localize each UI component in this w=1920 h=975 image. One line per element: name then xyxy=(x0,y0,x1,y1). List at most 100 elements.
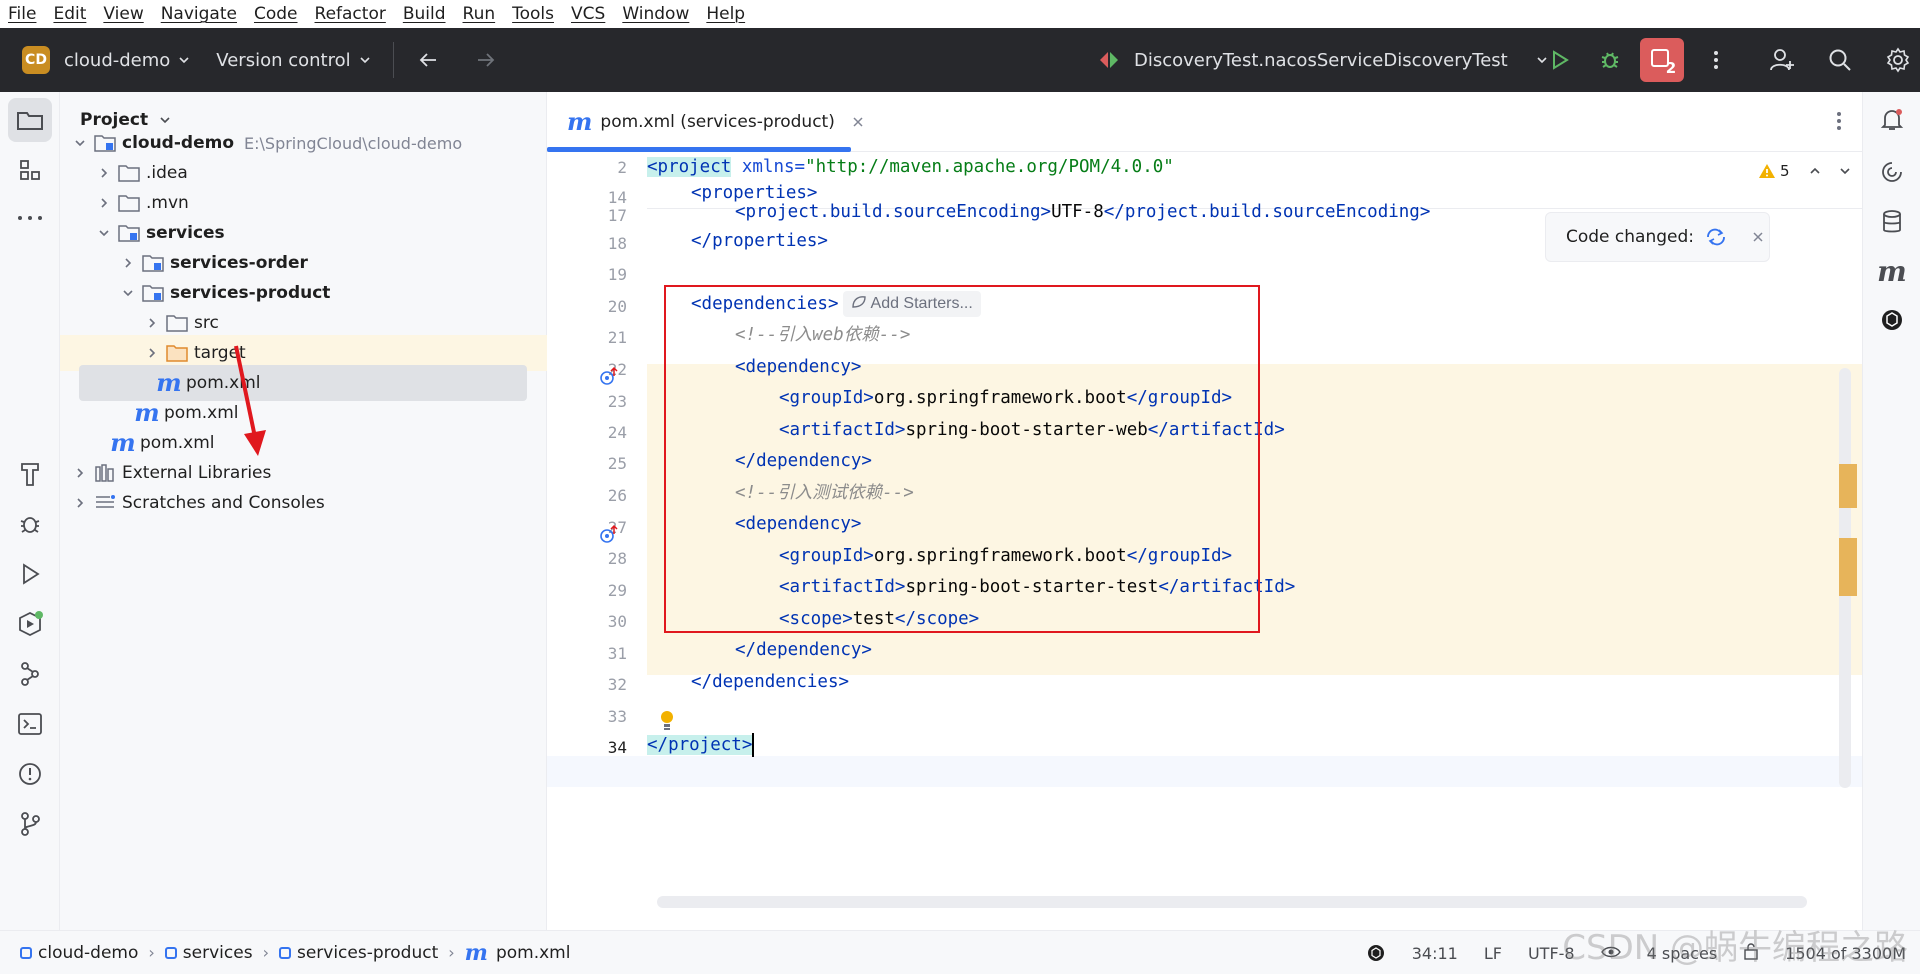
close-icon[interactable] xyxy=(1752,231,1764,243)
chevron-right-icon[interactable] xyxy=(140,311,164,335)
chevron-down-icon[interactable] xyxy=(170,46,198,74)
chevron-right-icon[interactable] xyxy=(68,461,92,485)
line-gutter: 2 14 17 18 19 20 21 22 23 24 25 26 27 28… xyxy=(547,152,647,930)
menu-view[interactable]: View xyxy=(103,4,143,24)
debug-bug-icon[interactable] xyxy=(8,502,52,546)
menu-code[interactable]: Code xyxy=(254,4,298,24)
menu-file[interactable]: File xyxy=(8,4,36,24)
line-number: 18 xyxy=(607,234,627,253)
lightbulb-icon[interactable] xyxy=(659,710,675,732)
breadcrumb-item[interactable]: services xyxy=(183,943,253,963)
code-changed-label: Code changed: xyxy=(1566,227,1695,247)
structure-icon[interactable] xyxy=(8,148,52,192)
breadcrumb-item[interactable]: cloud-demo xyxy=(38,943,138,963)
more-vertical-icon[interactable] xyxy=(1696,40,1736,80)
line-number: 2 xyxy=(617,158,627,177)
chevron-down-icon[interactable] xyxy=(116,281,140,305)
tree-label: Scratches and Consoles xyxy=(122,493,325,513)
chevron-down-icon[interactable] xyxy=(92,221,116,245)
menu-tools[interactable]: Tools xyxy=(512,4,554,24)
ai-assistant-icon[interactable] xyxy=(1870,150,1914,194)
menu-refactor[interactable]: Refactor xyxy=(315,4,386,24)
back-arrow-icon[interactable] xyxy=(408,40,448,80)
code-token: <project.build.sourceEncoding> xyxy=(735,202,1052,222)
code-token: </project.build.sourceEncoding> xyxy=(1103,202,1431,222)
watermark: CSDN @蜗牛编程之路 xyxy=(1562,928,1908,968)
chevron-right-icon: › xyxy=(448,943,455,962)
tab-pom-xml[interactable]: m pom.xml (services-product) xyxy=(567,92,865,152)
openai-icon[interactable] xyxy=(1870,298,1914,342)
line-number: 17 xyxy=(607,206,627,225)
tab-label: pom.xml (services-product) xyxy=(600,112,835,132)
inspection-widget[interactable]: 5 xyxy=(1758,162,1852,180)
code-token: </properties> xyxy=(691,231,828,251)
git-branch-icon[interactable] xyxy=(8,802,52,846)
chevron-right-icon[interactable] xyxy=(68,491,92,515)
forward-arrow-icon[interactable] xyxy=(466,40,506,80)
module-folder-icon xyxy=(140,281,166,305)
scratches-icon xyxy=(92,491,118,515)
code-token: xmlns= xyxy=(731,157,806,177)
run-configuration[interactable]: DiscoveryTest.nacosServiceDiscoveryTest xyxy=(1098,28,1556,92)
chevron-right-icon[interactable] xyxy=(116,251,140,275)
menu-help[interactable]: Help xyxy=(706,4,745,24)
more-vertical-icon[interactable] xyxy=(1836,110,1842,132)
reload-maven-icon[interactable] xyxy=(1704,226,1728,248)
tree-label: .idea xyxy=(146,163,188,183)
chevron-right-icon[interactable] xyxy=(92,191,116,215)
breadcrumb-item[interactable]: services-product xyxy=(297,943,438,963)
terminal-icon[interactable] xyxy=(8,702,52,746)
notifications-bell-icon[interactable] xyxy=(1870,98,1914,142)
chevron-right-icon[interactable] xyxy=(92,161,116,185)
menu-build[interactable]: Build xyxy=(403,4,446,24)
spring-bean-icon[interactable] xyxy=(599,524,621,544)
run-config-name[interactable]: DiscoveryTest.nacosServiceDiscoveryTest xyxy=(1134,50,1508,71)
menu-navigate[interactable]: Navigate xyxy=(161,4,237,24)
menu-edit[interactable]: Edit xyxy=(53,4,86,24)
line-number: 24 xyxy=(607,423,627,442)
line-number: 28 xyxy=(607,549,627,568)
project-badge[interactable]: CD xyxy=(22,46,50,74)
left-tool-strip xyxy=(0,92,60,930)
more-horizontal-icon[interactable] xyxy=(8,196,52,240)
add-user-icon[interactable] xyxy=(1762,40,1802,80)
change-marker xyxy=(1839,538,1857,596)
spring-bean-icon[interactable] xyxy=(599,366,621,386)
menu-run[interactable]: Run xyxy=(463,4,496,24)
chevron-down-icon[interactable] xyxy=(351,46,379,74)
caret-position[interactable]: 34:11 xyxy=(1412,944,1458,963)
tree-path: E:\SpringCloud\cloud-demo xyxy=(244,133,463,153)
search-icon[interactable] xyxy=(1820,40,1860,80)
debug-icon[interactable] xyxy=(1590,40,1630,80)
maven-icon[interactable]: m xyxy=(1870,250,1914,294)
horizontal-scrollbar[interactable] xyxy=(657,896,1807,908)
menu-window[interactable]: Window xyxy=(622,4,689,24)
version-control-menu[interactable]: Version control xyxy=(216,50,350,71)
project-name[interactable]: cloud-demo xyxy=(64,50,170,71)
breadcrumb-item[interactable]: pom.xml xyxy=(496,943,571,963)
line-separator[interactable]: LF xyxy=(1484,944,1502,963)
code-changed-popup: Code changed: xyxy=(1545,212,1770,262)
services-icon[interactable] xyxy=(8,602,52,646)
run-play-icon[interactable] xyxy=(8,552,52,596)
chevron-right-icon[interactable] xyxy=(140,341,164,365)
chevron-down-icon[interactable] xyxy=(68,131,92,155)
folder-icon[interactable] xyxy=(8,98,52,142)
openai-icon[interactable] xyxy=(1366,943,1386,963)
database-icon[interactable] xyxy=(1870,200,1914,244)
dependencies-icon[interactable] xyxy=(8,652,52,696)
chevron-down-icon[interactable] xyxy=(1838,164,1852,178)
running-process-button[interactable]: 2 xyxy=(1640,38,1684,82)
run-icon[interactable] xyxy=(1540,40,1580,80)
close-icon[interactable] xyxy=(851,115,865,129)
code-editor[interactable]: 2 14 17 18 19 20 21 22 23 24 25 26 27 28… xyxy=(547,152,1862,930)
line-number: 34 xyxy=(607,738,627,757)
build-hammer-icon[interactable] xyxy=(8,452,52,496)
problems-icon[interactable] xyxy=(8,752,52,796)
gear-icon[interactable] xyxy=(1878,40,1918,80)
code-token: </project> xyxy=(647,735,753,755)
menu-vcs[interactable]: VCS xyxy=(571,4,605,24)
tree-item-scratches[interactable]: Scratches and Consoles xyxy=(60,485,547,521)
line-number: 26 xyxy=(607,486,627,505)
chevron-up-icon[interactable] xyxy=(1808,164,1822,178)
